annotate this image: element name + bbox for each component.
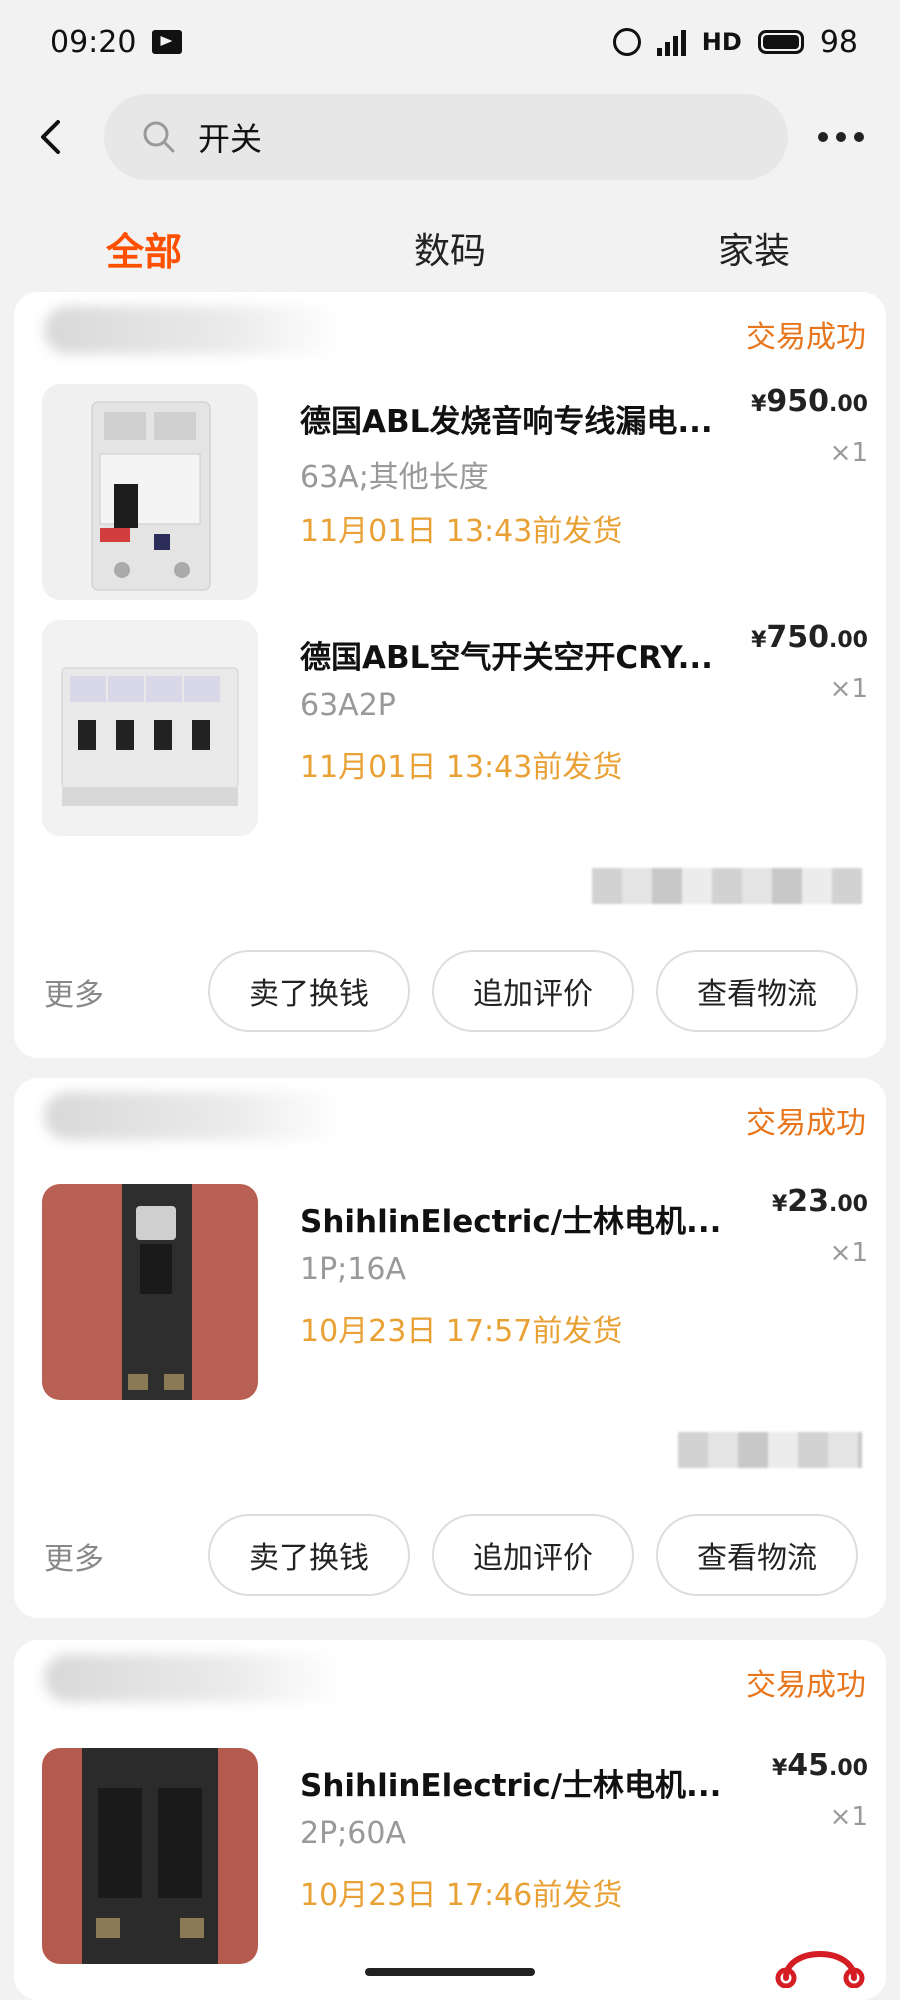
home-indicator[interactable] [365,1968,535,1976]
shipping-deadline: 11月01日 13:43前发货 [300,514,623,549]
more-link[interactable]: 更多 [44,970,104,1014]
product-quantity: ×1 [829,674,868,704]
tab-digital[interactable]: 数码 [414,222,486,274]
product-spec: 63A2P [300,688,396,723]
message-icon [152,30,183,54]
product-item[interactable]: ShihlinElectric/士林电机... 2P;60A 10月23日 17… [42,1748,868,1964]
product-title: 德国ABL空气开关空开CRY... [300,640,713,676]
headphone-icon[interactable] [772,1932,868,1988]
product-title: 德国ABL发烧音响专线漏电... [300,404,713,440]
product-spec: 2P;60A [300,1816,406,1851]
more-link[interactable]: 更多 [44,1534,104,1578]
search-query: 开关 [198,120,263,158]
order-status: 交易成功 [746,1668,866,1703]
status-right: HD 98 [612,24,858,60]
view-logistics-button[interactable]: 查看物流 [656,950,858,1032]
add-review-button[interactable]: 追加评价 [432,950,634,1032]
order-card[interactable]: 交易成功 ShihlinElectric/士林电机... 1P;16A 10月2… [14,1078,886,1618]
product-quantity: ×1 [829,1238,868,1268]
product-image [42,620,258,836]
shop-name-blurred [44,1092,344,1140]
product-price: ¥950.00 [751,384,868,419]
shipping-deadline: 10月23日 17:46前发货 [300,1878,623,1913]
battery-icon [757,30,804,54]
product-title: ShihlinElectric/士林电机... [300,1768,722,1804]
product-image [42,1184,258,1400]
order-actions: 更多 卖了换钱 追加评价 查看物流 [14,1514,886,1596]
battery-level: 98 [819,24,858,60]
order-total-blurred [678,1432,862,1468]
product-spec: 63A;其他长度 [300,460,489,495]
product-image [42,384,258,600]
status-left: 09:20 [50,24,183,60]
status-time: 09:20 [50,24,137,60]
add-review-button[interactable]: 追加评价 [432,1514,634,1596]
product-price: ¥750.00 [751,620,868,655]
product-price: ¥23.00 [771,1184,868,1219]
top-nav: 开关 [0,92,900,182]
search-input[interactable]: 开关 [104,94,788,180]
order-total-blurred [592,868,862,904]
sell-button[interactable]: 卖了换钱 [208,950,410,1032]
search-icon [143,121,175,153]
product-spec: 1P;16A [300,1252,406,1287]
order-card[interactable]: 交易成功 ShihlinElectric/士林电机... 2P;60A 10月2… [14,1640,886,2000]
product-quantity: ×1 [829,1802,868,1832]
shipping-deadline: 11月01日 13:43前发货 [300,750,623,785]
order-status: 交易成功 [746,1106,866,1141]
order-actions: 更多 卖了换钱 追加评价 查看物流 [14,950,886,1032]
alarm-icon [612,28,641,56]
tab-all[interactable]: 全部 [106,221,182,276]
product-item[interactable]: 德国ABL发烧音响专线漏电... 63A;其他长度 11月01日 13:43前发… [42,384,868,600]
category-tabs: 全部 数码 家装 [0,212,900,284]
product-image [42,1748,258,1964]
back-arrow-icon[interactable] [30,107,70,167]
more-options-icon[interactable] [818,132,864,142]
sell-button[interactable]: 卖了换钱 [208,1514,410,1596]
shop-name-blurred [44,306,344,354]
product-title: ShihlinElectric/士林电机... [300,1204,722,1240]
shipping-deadline: 10月23日 17:57前发货 [300,1314,623,1349]
view-logistics-button[interactable]: 查看物流 [656,1514,858,1596]
product-price: ¥45.00 [771,1748,868,1783]
product-quantity: ×1 [829,438,868,468]
product-item[interactable]: ShihlinElectric/士林电机... 1P;16A 10月23日 17… [42,1184,868,1400]
shop-name-blurred [44,1654,344,1702]
tab-home-decor[interactable]: 家装 [718,222,790,274]
hd-label: HD [701,28,742,56]
signal-icon [656,28,686,56]
product-item[interactable]: 德国ABL空气开关空开CRY... 63A2P 11月01日 13:43前发货 … [42,620,868,836]
order-status: 交易成功 [746,320,866,355]
order-card[interactable]: 交易成功 德国ABL发烧音响专线漏电... 63A;其他长度 11月01日 13… [14,292,886,1058]
status-bar: 09:20 HD 98 [0,0,900,84]
